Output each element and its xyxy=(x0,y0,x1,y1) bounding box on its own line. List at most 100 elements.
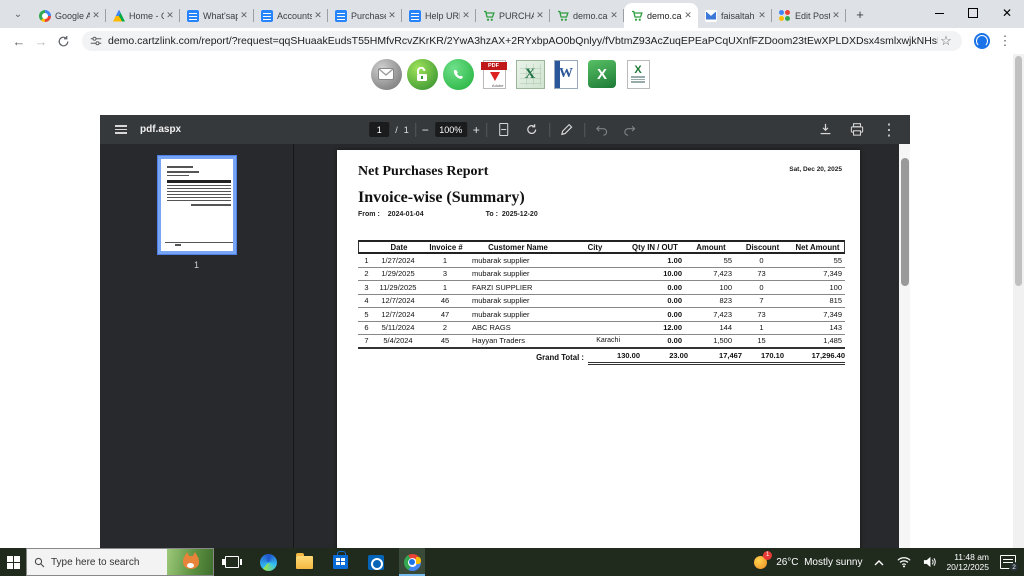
forward-icon[interactable]: → xyxy=(30,30,52,52)
table-cell: 12/7/2024 xyxy=(381,296,415,306)
chrome-app-button[interactable] xyxy=(399,548,425,576)
tab-title: Help URL xyxy=(425,10,460,21)
notification-center-button[interactable]: 2 xyxy=(1000,554,1019,572)
search-highlight-fox-image[interactable] xyxy=(167,549,213,575)
rotate-icon[interactable] xyxy=(521,119,543,141)
fit-page-icon[interactable] xyxy=(493,119,515,141)
table-cell: 73 xyxy=(757,309,766,319)
browser-tab-7[interactable]: demo.car ✕ xyxy=(550,3,624,28)
table-cell: 7,423 xyxy=(713,269,732,279)
minimize-button[interactable] xyxy=(922,0,956,26)
from-value: 2024-01-04 xyxy=(387,211,424,218)
network-icon[interactable] xyxy=(896,554,912,570)
browser-tab-9[interactable]: faisaltah ✕ xyxy=(698,3,772,28)
excel-file-icon[interactable]: X xyxy=(621,56,655,92)
report-title: Net Purchases Report xyxy=(358,164,489,179)
edge-icon xyxy=(259,553,277,571)
system-tray: 1 26°C Mostly sunny 11:48 am 20/12/2025 … xyxy=(753,550,1024,572)
pdf-more-icon[interactable]: ⋮ xyxy=(878,119,900,141)
volume-icon[interactable] xyxy=(921,554,937,570)
search-icon xyxy=(34,557,45,567)
table-cell: FARZI SUPPLIER xyxy=(472,282,533,292)
download-icon[interactable] xyxy=(814,119,836,141)
store-icon xyxy=(332,551,348,569)
browser-tab-5[interactable]: Help URL✕ xyxy=(402,3,476,28)
tab-close-icon[interactable]: ✕ xyxy=(164,10,176,22)
browser-menu-icon[interactable]: ⋮ xyxy=(994,30,1016,52)
browser-tab-1[interactable]: Home - G✕ xyxy=(106,3,180,28)
back-icon[interactable]: ← xyxy=(8,30,30,52)
page-scrollbar[interactable] xyxy=(1013,54,1024,548)
pdf-icon[interactable]: PDF Adobe xyxy=(477,56,511,92)
table-row-6: 6 5/11/2024 2 ABC RAGS 12.00 144 1 143 xyxy=(358,322,845,335)
show-hidden-icons-chevron[interactable] xyxy=(871,554,887,570)
new-tab-button[interactable]: + xyxy=(850,4,870,24)
zoom-level[interactable]: 100% xyxy=(434,122,467,137)
tab-close-icon[interactable]: ✕ xyxy=(756,10,768,22)
tab-close-icon[interactable]: ✕ xyxy=(682,10,694,22)
weather-widget[interactable]: 1 26°C Mostly sunny xyxy=(753,550,862,571)
taskbar-search-input[interactable]: Type here to search xyxy=(26,548,214,576)
table-cell: 7,349 xyxy=(823,309,842,319)
store-button[interactable] xyxy=(327,548,353,576)
bookmark-star-icon[interactable]: ☆ xyxy=(938,30,954,52)
redo-icon[interactable] xyxy=(619,119,641,141)
browser-tab-6[interactable]: PURCHAS✕ xyxy=(476,3,550,28)
close-window-button[interactable]: ✕ xyxy=(990,0,1024,26)
browser-tab-10[interactable]: Edit Post ✕ xyxy=(772,3,846,28)
page-thumbnail[interactable]: 1 xyxy=(156,155,237,270)
zoom-out-icon[interactable]: − xyxy=(422,123,429,137)
browser-tab-8[interactable]: demo.car ✕ xyxy=(624,3,698,28)
column-header: Net Amount xyxy=(795,242,840,252)
url-bar[interactable]: demo.cartzlink.com/report/?request=qqSHu… xyxy=(82,31,962,51)
email-icon[interactable] xyxy=(369,56,403,92)
table-cell: 3 xyxy=(442,269,448,279)
site-settings-icon[interactable] xyxy=(90,35,102,47)
excel-icon[interactable]: X xyxy=(513,56,547,92)
print-icon[interactable] xyxy=(846,119,868,141)
url-text[interactable]: demo.cartzlink.com/report/?request=qqSHu… xyxy=(108,35,938,47)
table-cell: 1/29/2025 xyxy=(381,269,415,279)
pdf-scrollbar[interactable] xyxy=(899,144,910,548)
outlook-button[interactable] xyxy=(363,548,389,576)
browser-tab-4[interactable]: Purchase ✕ xyxy=(328,3,402,28)
pdf-menu-icon[interactable] xyxy=(110,119,132,141)
column-header: Customer Name xyxy=(488,242,548,252)
taskbar-clock[interactable]: 11:48 am 20/12/2025 xyxy=(946,552,989,572)
table-cell: Hayyan Traders xyxy=(472,336,525,346)
profile-avatar[interactable] xyxy=(974,33,990,49)
pinwheel-favicon xyxy=(779,9,791,22)
annotate-icon[interactable] xyxy=(556,119,578,141)
tab-close-icon[interactable]: ✕ xyxy=(830,10,842,22)
task-view-button[interactable] xyxy=(219,548,245,576)
pdf-scroll-thumb[interactable] xyxy=(900,158,909,286)
page-number-input[interactable]: 1 xyxy=(369,122,390,137)
whatsapp-icon[interactable] xyxy=(441,56,475,92)
file-explorer-button[interactable] xyxy=(291,548,317,576)
tab-close-icon[interactable]: ✕ xyxy=(238,10,250,22)
tab-search-chevron-icon[interactable]: ⌄ xyxy=(6,3,30,25)
zoom-in-icon[interactable]: + xyxy=(473,123,480,137)
report-date-range: From : 2024-01-04 To : 2025-12-20 xyxy=(358,211,840,218)
undo-icon[interactable] xyxy=(591,119,613,141)
maximize-button[interactable] xyxy=(956,0,990,26)
tab-close-icon[interactable]: ✕ xyxy=(460,10,472,22)
start-button[interactable] xyxy=(0,548,26,576)
edge-app-button[interactable] xyxy=(255,548,281,576)
browser-tab-3[interactable]: Accounts ✕ xyxy=(254,3,328,28)
tab-close-icon[interactable]: ✕ xyxy=(386,10,398,22)
page-scroll-thumb[interactable] xyxy=(1015,56,1022,286)
tab-close-icon[interactable]: ✕ xyxy=(312,10,324,22)
reload-icon[interactable] xyxy=(52,30,74,52)
word-icon[interactable]: W xyxy=(549,56,583,92)
tab-close-icon[interactable]: ✕ xyxy=(90,10,102,22)
unlock-icon[interactable] xyxy=(405,56,439,92)
table-cell: 0.00 xyxy=(667,336,682,346)
browser-tab-2[interactable]: What'sap ✕ xyxy=(180,3,254,28)
excel-sheet-icon[interactable]: X xyxy=(585,56,619,92)
tab-close-icon[interactable]: ✕ xyxy=(534,10,546,22)
column-header: Date xyxy=(390,242,408,252)
notification-icon: 2 xyxy=(1000,555,1019,572)
browser-tab-0[interactable]: Google A ✕ xyxy=(32,3,106,28)
tab-close-icon[interactable]: ✕ xyxy=(608,10,620,22)
